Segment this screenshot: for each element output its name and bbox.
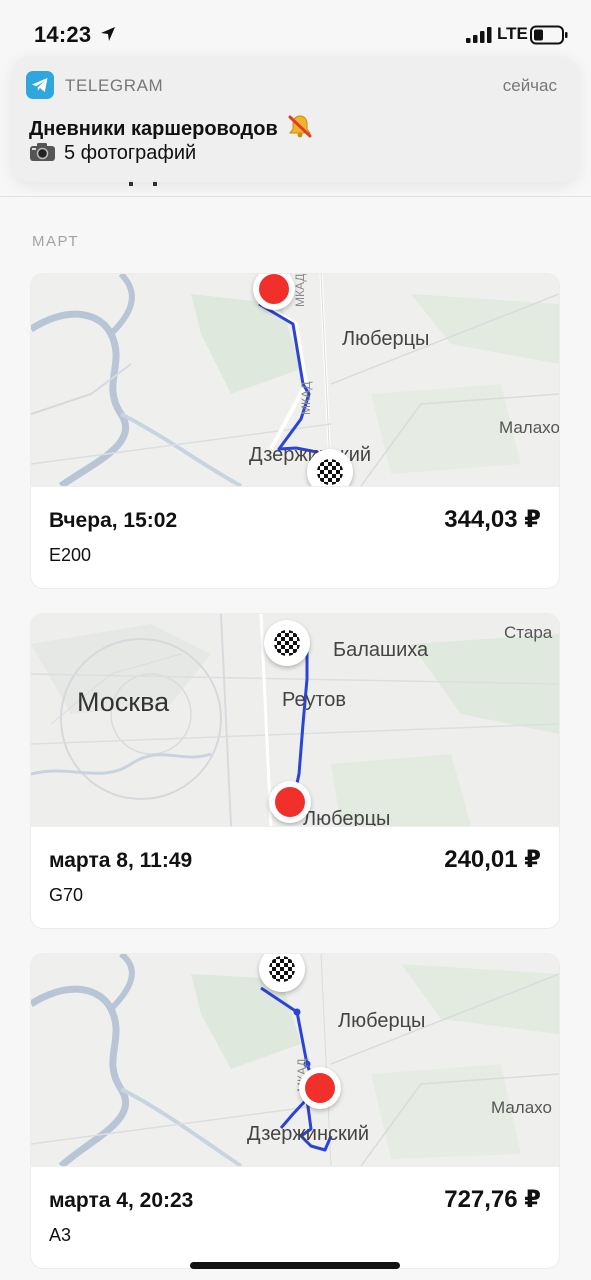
status-bar: 14:23 LTE bbox=[0, 0, 591, 58]
map-label-city: Дзержинский bbox=[247, 1123, 370, 1145]
trip-card[interactable]: Люберцы Дзержинский Малахо МКАД марта 4,… bbox=[31, 954, 559, 1268]
notification-banner[interactable]: TELEGRAM сейчас Дневники каршероводов 5 … bbox=[12, 56, 579, 182]
header-divider bbox=[0, 196, 591, 197]
map-label-road: МКАД bbox=[293, 274, 307, 307]
trip-price: 344,03 ₽ bbox=[444, 506, 541, 533]
trip-info: Вчера, 15:02 E200 344,03 ₽ bbox=[31, 486, 559, 588]
map-label-road: МКАД bbox=[299, 381, 313, 415]
notification-app-name: TELEGRAM bbox=[65, 76, 164, 95]
location-arrow-icon bbox=[101, 27, 115, 41]
month-section-header: МАРТ bbox=[32, 233, 79, 250]
notification-time: сейчас bbox=[502, 76, 557, 95]
notification-body: 5 фотографий bbox=[64, 142, 197, 164]
network-type-label: LTE bbox=[497, 24, 528, 43]
trip-card[interactable]: Люберцы Дзержинский Малахо МКАД МКАД Вче… bbox=[31, 274, 559, 588]
map-label-city: Москва bbox=[77, 687, 170, 717]
trip-price: 727,76 ₽ bbox=[444, 1186, 541, 1213]
map-label-city: Люберцы bbox=[303, 808, 391, 826]
camera-icon bbox=[30, 143, 55, 161]
cellular-signal-icon bbox=[466, 27, 492, 43]
map-label-city: Люберцы bbox=[338, 1010, 426, 1032]
trip-info: марта 8, 11:49 G70 240,01 ₽ bbox=[31, 826, 559, 928]
trip-route-map: Люберцы Дзержинский Малахо МКАД МКАД bbox=[31, 274, 559, 486]
map-label-city: Люберцы bbox=[342, 328, 430, 350]
map-label-city: Реутов bbox=[282, 689, 347, 711]
muted-bell-icon bbox=[288, 115, 312, 138]
trip-route-map: Москва Балашиха Реутов Люберцы Стара bbox=[31, 614, 559, 826]
trip-date: марта 4, 20:23 bbox=[49, 1189, 194, 1212]
start-point-marker bbox=[299, 1067, 341, 1109]
map-label-city: Стара bbox=[504, 623, 553, 642]
telegram-icon bbox=[26, 71, 54, 99]
map-label-city: Малахо bbox=[491, 1098, 552, 1117]
trip-price: 240,01 ₽ bbox=[444, 846, 541, 873]
trip-date: Вчера, 15:02 bbox=[49, 509, 178, 532]
trip-date: марта 8, 11:49 bbox=[49, 849, 193, 872]
trip-car-model: G70 bbox=[49, 885, 84, 905]
notification-body-row: 5 фотографий bbox=[29, 142, 196, 165]
map-label-city: Балашиха bbox=[333, 639, 429, 661]
notification-title: Дневники каршероводов bbox=[29, 118, 278, 140]
trip-card[interactable]: Москва Балашиха Реутов Люберцы Стара мар… bbox=[31, 614, 559, 928]
home-indicator[interactable] bbox=[190, 1262, 400, 1269]
start-point-marker bbox=[269, 781, 311, 823]
trip-route-map: Люберцы Дзержинский Малахо МКАД bbox=[31, 954, 559, 1166]
status-time: 14:23 bbox=[34, 22, 92, 47]
map-label-city: Малахо bbox=[499, 418, 559, 437]
notification-title-row: Дневники каршероводов bbox=[29, 114, 313, 141]
trip-car-model: A3 bbox=[49, 1225, 72, 1245]
trip-car-model: E200 bbox=[49, 545, 92, 565]
finish-flag-marker bbox=[264, 620, 310, 666]
battery-icon bbox=[530, 25, 568, 45]
trip-info: марта 4, 20:23 A3 727,76 ₽ bbox=[31, 1166, 559, 1268]
